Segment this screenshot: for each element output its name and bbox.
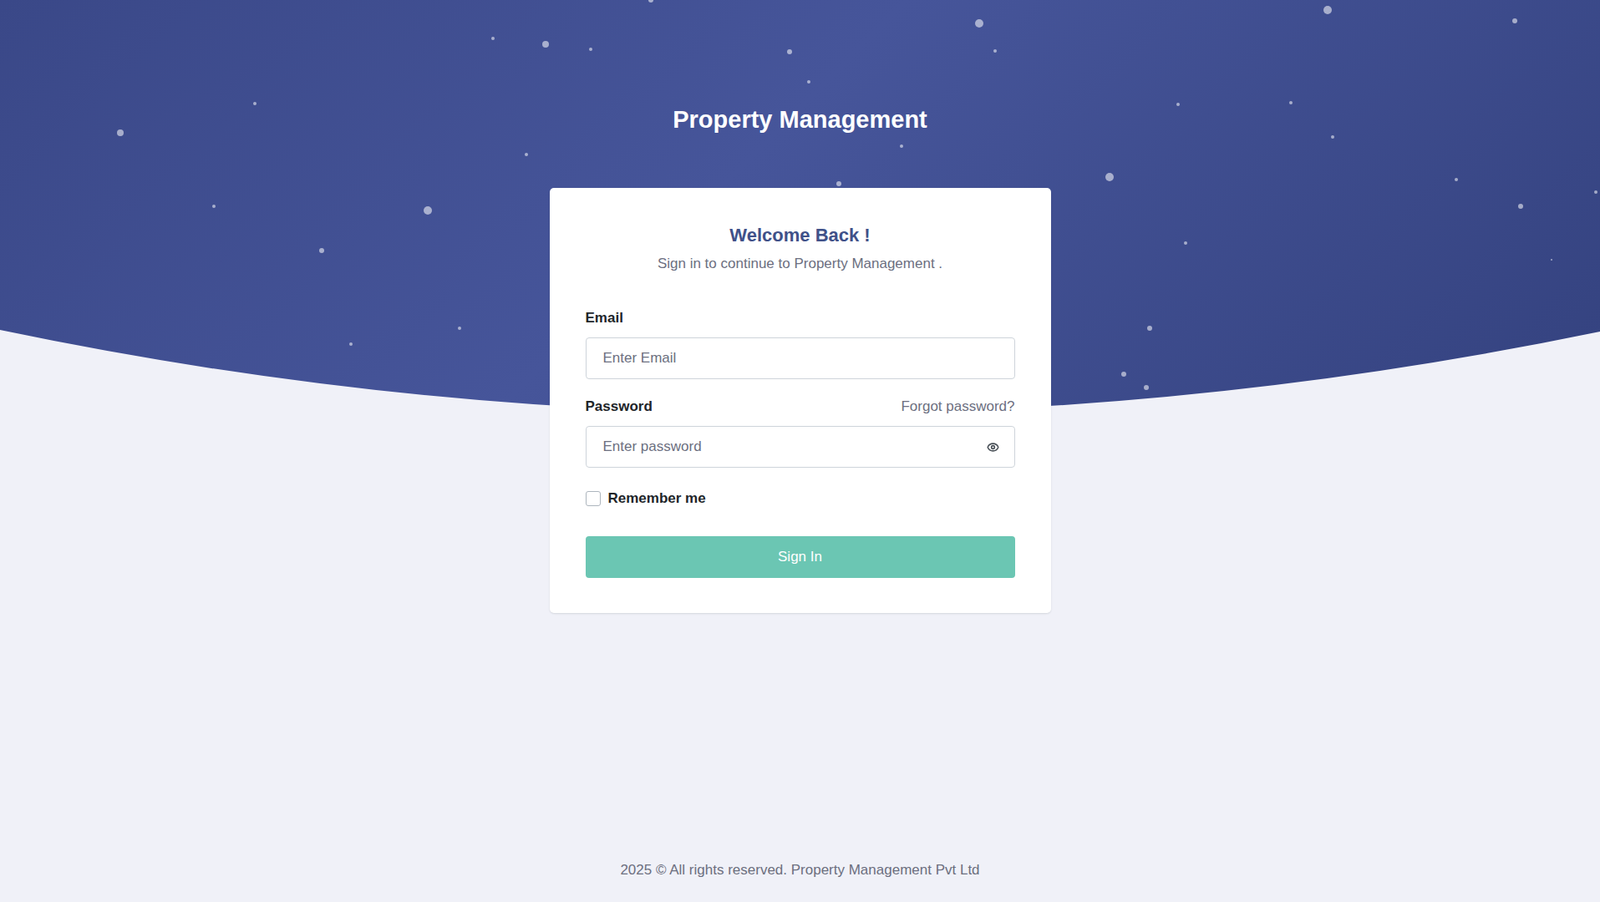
app-title: Property Management xyxy=(672,103,928,136)
login-card: Welcome Back ! Sign in to continue to Pro… xyxy=(549,187,1052,614)
login-page: Property Management Welcome Back ! Sign in… xyxy=(0,0,1600,902)
password-input[interactable] xyxy=(585,426,1016,468)
login-form: Email Password Forgot password? Remember me… xyxy=(585,309,1016,579)
remember-label: Remember me xyxy=(608,489,707,508)
forgot-password-link[interactable]: Forgot password? xyxy=(900,397,1015,417)
eye-icon xyxy=(986,441,1000,454)
card-title: Welcome Back ! xyxy=(585,223,1016,248)
remember-me[interactable]: Remember me xyxy=(585,489,1016,508)
sign-in-button[interactable]: Sign In xyxy=(585,536,1016,579)
footer: 2025 © All rights reserved. Property Man… xyxy=(619,842,980,902)
remember-checkbox[interactable] xyxy=(585,491,601,507)
email-input[interactable] xyxy=(585,337,1016,380)
email-label: Email xyxy=(585,309,624,328)
password-label: Password xyxy=(585,397,653,417)
show-password-button[interactable] xyxy=(983,436,1004,458)
card-subtitle: Sign in to continue to Property Manageme… xyxy=(585,253,1016,275)
